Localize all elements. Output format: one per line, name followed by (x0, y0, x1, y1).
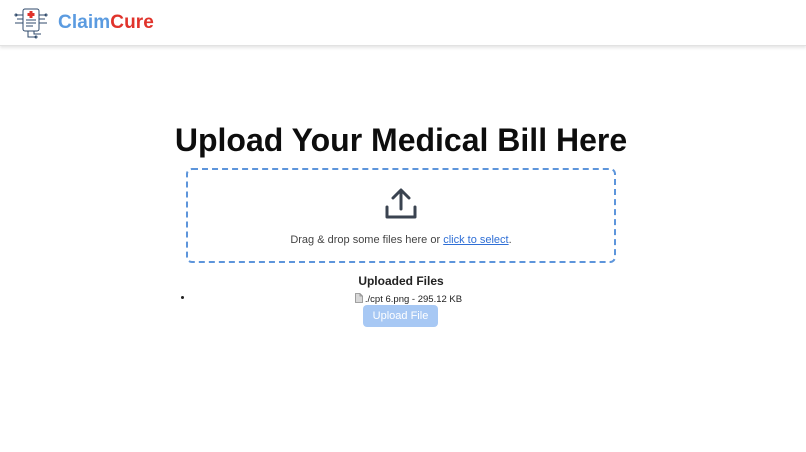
brand-name-part1: Claim (58, 12, 111, 33)
dropzone-period: . (508, 234, 512, 246)
dropzone-text: Drag & drop some files here or click to … (188, 234, 614, 246)
dropzone-instruction: Drag & drop some files here or (290, 234, 444, 246)
brand-name-part2: Cure (110, 12, 154, 33)
upload-file-button[interactable]: Upload File (363, 305, 438, 327)
file-dropzone[interactable]: Drag & drop some files here or click to … (186, 168, 616, 263)
click-to-select-link[interactable]: click to select (443, 234, 508, 246)
file-size: 295.12 KB (417, 294, 463, 305)
navbar: ClaimCure (0, 0, 806, 46)
file-separator: - (409, 294, 418, 305)
file-icon (354, 293, 363, 303)
upload-icon (385, 188, 417, 219)
brand-name: ClaimCure (58, 12, 154, 34)
medical-circuit-icon (14, 8, 48, 39)
file-name: ./cpt 6.png (364, 294, 410, 305)
page-title: Upload Your Medical Bill Here (174, 122, 628, 158)
list-item: ./cpt 6.png - 295.12 KB (0, 293, 806, 305)
brand[interactable]: ClaimCure (14, 5, 154, 41)
uploaded-files-title: Uploaded Files (358, 274, 444, 288)
